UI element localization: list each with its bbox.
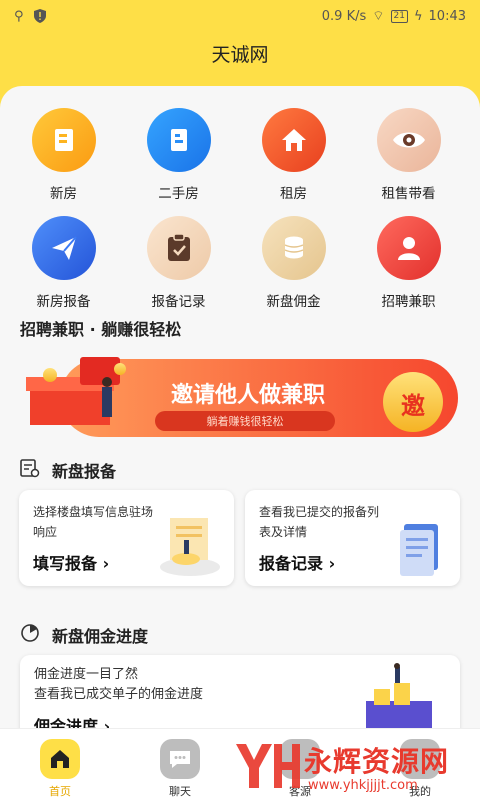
chat-bubble-icon: [160, 739, 200, 779]
eye-icon: [376, 108, 441, 172]
banner-sub-text: 躺着赚钱很轻松: [206, 415, 284, 428]
grid-item-recruit[interactable]: 招聘兼职: [351, 216, 466, 310]
grid-item-second-hand[interactable]: 二手房: [121, 108, 236, 202]
report-section-title: 新盘报备: [52, 462, 117, 481]
chevron-right-icon: ›: [328, 554, 336, 573]
watermark: 永辉资源网 www.yhkjjjjt.com: [232, 736, 480, 800]
charging-icon: ϟ: [413, 8, 423, 24]
report-card-desc: 选择楼盘填写信息驻场响应: [33, 505, 154, 539]
grid-item-new-report[interactable]: 新房报备: [6, 216, 121, 310]
shield-icon: [33, 9, 46, 23]
tab-label: 聊天: [169, 785, 191, 798]
report-card-action: 填写报备: [33, 554, 98, 573]
files-illustration-icon: [400, 524, 438, 576]
report-card-records[interactable]: 查看我已提交的报备列表及详情 报备记录 ›: [245, 490, 460, 586]
chart-illustration-icon: [366, 663, 432, 731]
coins-icon: [261, 216, 326, 280]
grid-label: 新房: [50, 186, 77, 202]
clipboard-icon: [146, 216, 211, 280]
grid-item-viewing[interactable]: 租售带看: [351, 108, 466, 202]
battery-level: 21: [390, 9, 408, 23]
chevron-right-icon: ›: [102, 554, 110, 573]
home-icon: [40, 739, 80, 779]
clock: 10:43: [428, 8, 466, 24]
tab-home[interactable]: 首页: [0, 729, 120, 800]
person-figure: [102, 387, 112, 417]
watermark-text: 永辉资源网: [304, 745, 450, 778]
feature-grid: 新房 二手房 租房 租售带看 新房报备 报备记录 新盘佣金 招聘兼职: [0, 108, 480, 310]
grid-label: 租房: [280, 186, 307, 202]
grid-item-rent[interactable]: 租房: [236, 108, 351, 202]
tab-chat[interactable]: 聊天: [120, 729, 240, 800]
grid-label: 二手房: [158, 186, 199, 202]
page-title: 天诚网: [211, 44, 269, 66]
commission-section-title: 新盘佣金进度: [52, 627, 149, 646]
grid-label: 招聘兼职: [381, 294, 436, 310]
user-icon: [376, 216, 441, 280]
recruit-banner[interactable]: 邀请他人做兼职 躺着赚钱很轻松 邀: [20, 347, 460, 450]
document-illustration-icon: [160, 518, 220, 576]
banner-main-text: 邀请他人做兼职: [170, 383, 325, 408]
tab-label: 首页: [49, 785, 71, 798]
progress-pie-icon: [21, 624, 39, 642]
grid-item-report-record[interactable]: 报备记录: [121, 216, 236, 310]
report-card-desc: 查看我已提交的报备列表及详情: [259, 505, 380, 539]
banner-badge-text: 邀: [401, 392, 425, 420]
grid-item-new-commission[interactable]: 新盘佣金: [236, 216, 351, 310]
grid-label: 新房报备: [36, 294, 91, 310]
status-bar: ⚲ 0.9 K/s ⌔ 21 ϟ 10:43: [0, 0, 480, 32]
grid-label: 租售带看: [381, 186, 436, 202]
watermark-url: www.yhkjjjjt.com: [308, 778, 418, 793]
building-b-icon: [146, 108, 211, 172]
report-card-action: 报备记录: [259, 554, 324, 573]
send-icon: [31, 216, 96, 280]
grid-item-new-house[interactable]: 新房: [6, 108, 121, 202]
report-list-icon: [20, 459, 40, 478]
building-icon: [31, 108, 96, 172]
home-icon: [261, 108, 326, 172]
usb-icon: ⚲: [14, 8, 24, 24]
recruit-title: 招聘兼职 · 躺赚很轻松: [20, 320, 182, 339]
report-card-fill[interactable]: 选择楼盘填写信息驻场响应 填写报备 ›: [19, 490, 234, 586]
network-speed: 0.9 K/s: [321, 8, 367, 24]
grid-label: 报备记录: [151, 294, 206, 310]
wifi-icon: ⌔: [372, 9, 385, 24]
grid-label: 新盘佣金: [266, 294, 321, 310]
